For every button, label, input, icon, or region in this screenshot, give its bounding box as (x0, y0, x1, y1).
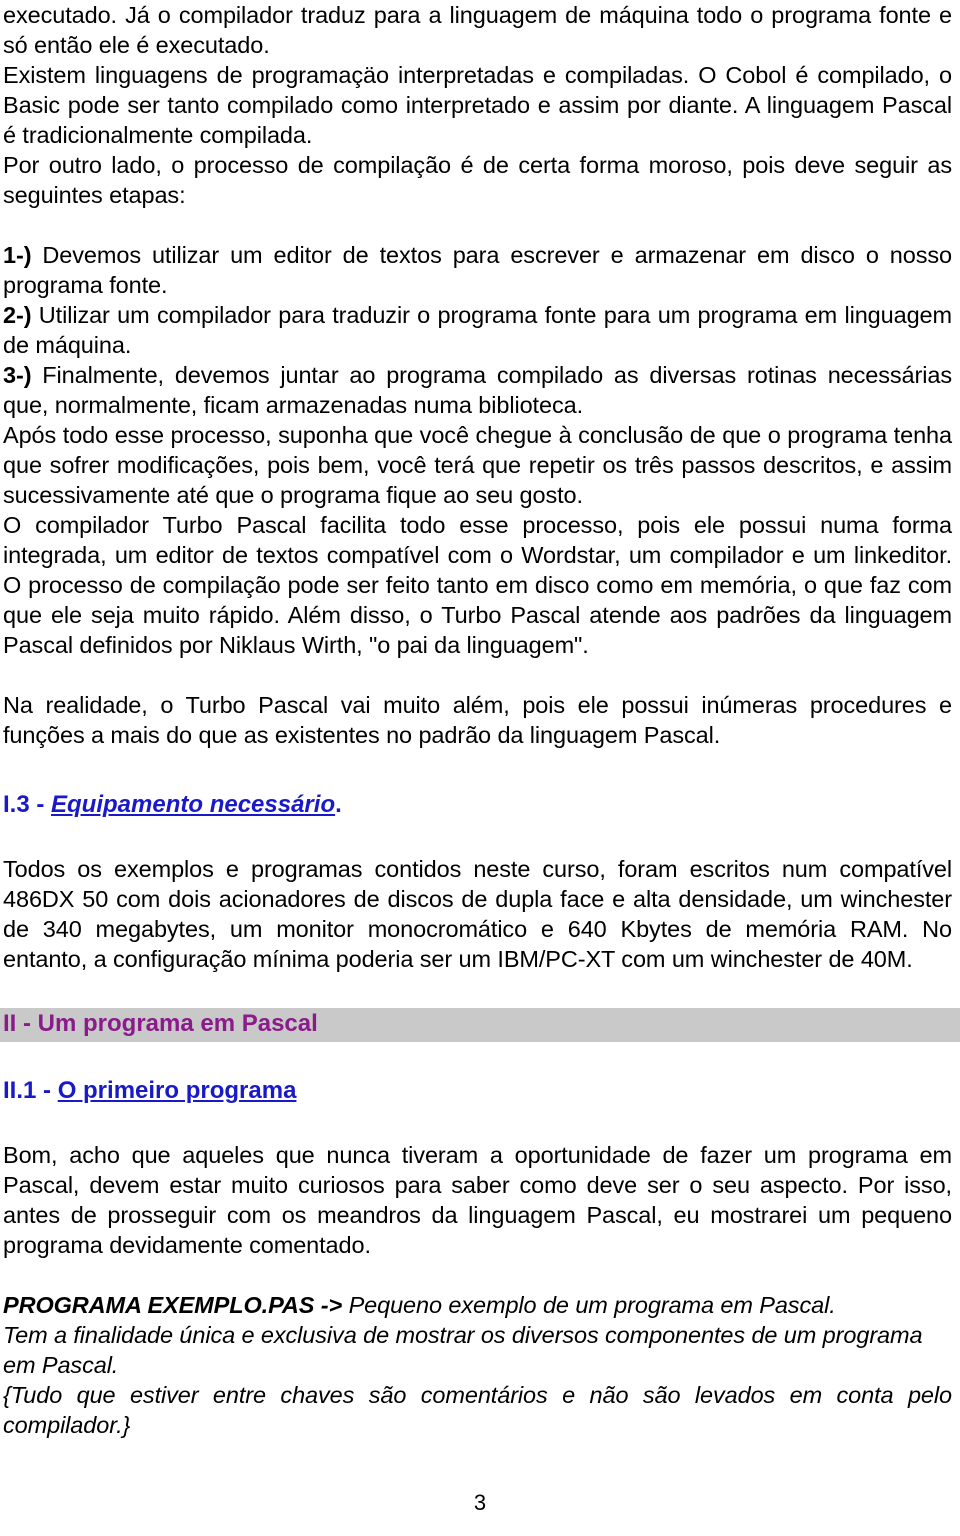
document-page: executado. Já o compilador traduz para a… (0, 0, 960, 1536)
heading-ii1-number: II.1 - (3, 1077, 58, 1104)
paragraph-processo-compilacao: Por outro lado, o processo de compilação… (3, 152, 952, 208)
paragraph-turbo-pascal-facilita: O compilador Turbo Pascal facilita todo … (3, 512, 952, 658)
program-header-line: PROGRAMA EXEMPLO.PAS -> Pequeno exemplo … (3, 1290, 952, 1320)
heading-ii1-title: O primeiro programa (57, 1077, 297, 1104)
heading-ii1-primeiro-programa[interactable]: II.1 - O primeiro programa (3, 1076, 952, 1106)
step-item-1: 1-) Devemos utilizar um editor de textos… (3, 240, 952, 300)
step-3-text: Finalmente, devemos juntar ao programa c… (3, 362, 952, 418)
paragraph-apos-processo: Após todo esse processo, suponha que voc… (3, 422, 952, 508)
heading-i3-title: Equipamento necessário (51, 791, 336, 818)
step-1-marker: 1-) (3, 242, 32, 268)
paragraph-bom-acho: Bom, acho que aqueles que nunca tiveram … (3, 1142, 952, 1258)
heading-i3-period: . (335, 791, 342, 818)
program-purpose-line: Tem a finalidade única e exclusiva de mo… (3, 1322, 923, 1378)
chapter-ii-title: II - Um programa em Pascal (3, 1010, 318, 1037)
step-item-2: 2-) Utilizar um compilador para traduzir… (3, 300, 952, 360)
paragraph-equipamento: Todos os exemplos e programas contidos n… (3, 856, 952, 972)
step-2-text: Utilizar um compilador para traduzir o p… (3, 302, 952, 358)
step-3-marker: 3-) (3, 362, 32, 388)
program-file-label: PROGRAMA EXEMPLO.PAS -> (3, 1292, 343, 1318)
paragraph-linguagens: Existem linguagens de programaçäo interp… (3, 62, 952, 148)
program-comment-line: {Tudo que estiver entre chaves são comen… (3, 1382, 952, 1438)
paragraph-executado: executado. Já o compilador traduz para a… (3, 2, 952, 58)
program-file-description: Pequeno exemplo de um programa em Pascal… (342, 1292, 836, 1318)
step-item-3: 3-) Finalmente, devemos juntar ao progra… (3, 360, 952, 420)
heading-i3-number: I.3 - (3, 791, 52, 818)
step-2-marker: 2-) (3, 302, 32, 328)
chapter-ii-band: II - Um programa em Pascal (0, 1008, 960, 1042)
paragraph-na-realidade: Na realidade, o Turbo Pascal vai muito a… (3, 692, 952, 748)
heading-i3-equipamento[interactable]: I.3 - Equipamento necessário. (3, 790, 952, 820)
step-1-text: Devemos utilizar um editor de textos par… (3, 242, 952, 298)
page-number: 3 (473, 1490, 487, 1515)
